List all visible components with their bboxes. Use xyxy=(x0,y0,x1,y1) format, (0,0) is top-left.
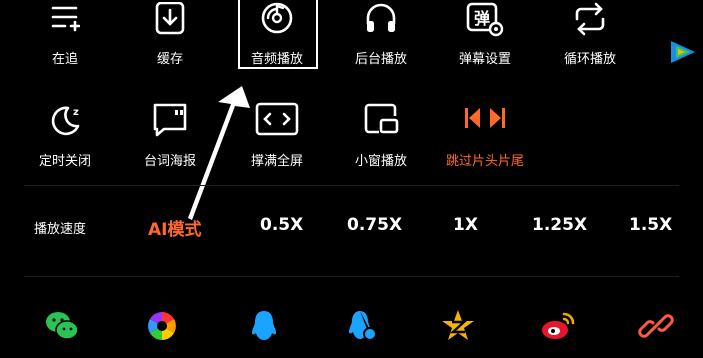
menu-follow-label: 在追 xyxy=(51,52,78,67)
speed-option-0-5x[interactable]: 0.5X xyxy=(260,215,303,235)
audio-disc-icon xyxy=(260,2,294,36)
download-icon xyxy=(154,2,186,36)
headphones-icon xyxy=(364,2,398,36)
danmaku-settings-icon: 弹 xyxy=(466,2,504,38)
mini-window-icon xyxy=(363,102,399,136)
wechat-icon[interactable] xyxy=(44,308,80,344)
svg-text:z: z xyxy=(73,107,79,118)
divider-top xyxy=(24,185,679,186)
add-list-icon xyxy=(50,2,80,36)
speed-option-0-75x[interactable]: 0.75X xyxy=(347,215,402,235)
tencent-video-logo-icon xyxy=(668,38,698,66)
weibo-icon[interactable] xyxy=(540,308,576,344)
speed-option-1-5x[interactable]: 1.5X xyxy=(629,215,672,235)
speed-label: 播放速度 xyxy=(34,222,87,237)
svg-text:弹: 弹 xyxy=(474,9,490,28)
menu-loop-play-label: 循环播放 xyxy=(563,52,616,67)
speed-option-ai[interactable]: AI模式 xyxy=(148,215,201,240)
speed-option-1-25x[interactable]: 1.25X xyxy=(532,215,587,235)
menu-audio-play-label: 音频播放 xyxy=(250,52,303,67)
qq-icon[interactable] xyxy=(246,308,282,344)
menu-timer-close-label: 定时关闭 xyxy=(38,154,91,169)
copy-link-icon[interactable] xyxy=(638,308,674,344)
loop-icon xyxy=(572,2,608,36)
menu-mini-window-label: 小窗播放 xyxy=(354,154,407,169)
moon-timer-icon: z xyxy=(48,102,82,138)
menu-skip-intro-outro-label: 跳过片头片尾 xyxy=(445,154,524,169)
divider-bottom xyxy=(24,276,679,277)
menu-background-play-label: 后台播放 xyxy=(354,52,407,67)
qzone-icon[interactable] xyxy=(440,308,476,344)
menu-danmaku-settings-label: 弹幕设置 xyxy=(458,52,511,67)
fill-screen-icon xyxy=(255,102,299,136)
speed-option-1x[interactable]: 1X xyxy=(453,215,478,235)
menu-cache-label: 缓存 xyxy=(156,52,183,67)
qq-contact-icon[interactable] xyxy=(344,308,380,344)
pointer-arrow-icon xyxy=(188,86,250,220)
skip-intro-outro-icon xyxy=(463,106,507,130)
moments-icon[interactable] xyxy=(144,308,180,344)
